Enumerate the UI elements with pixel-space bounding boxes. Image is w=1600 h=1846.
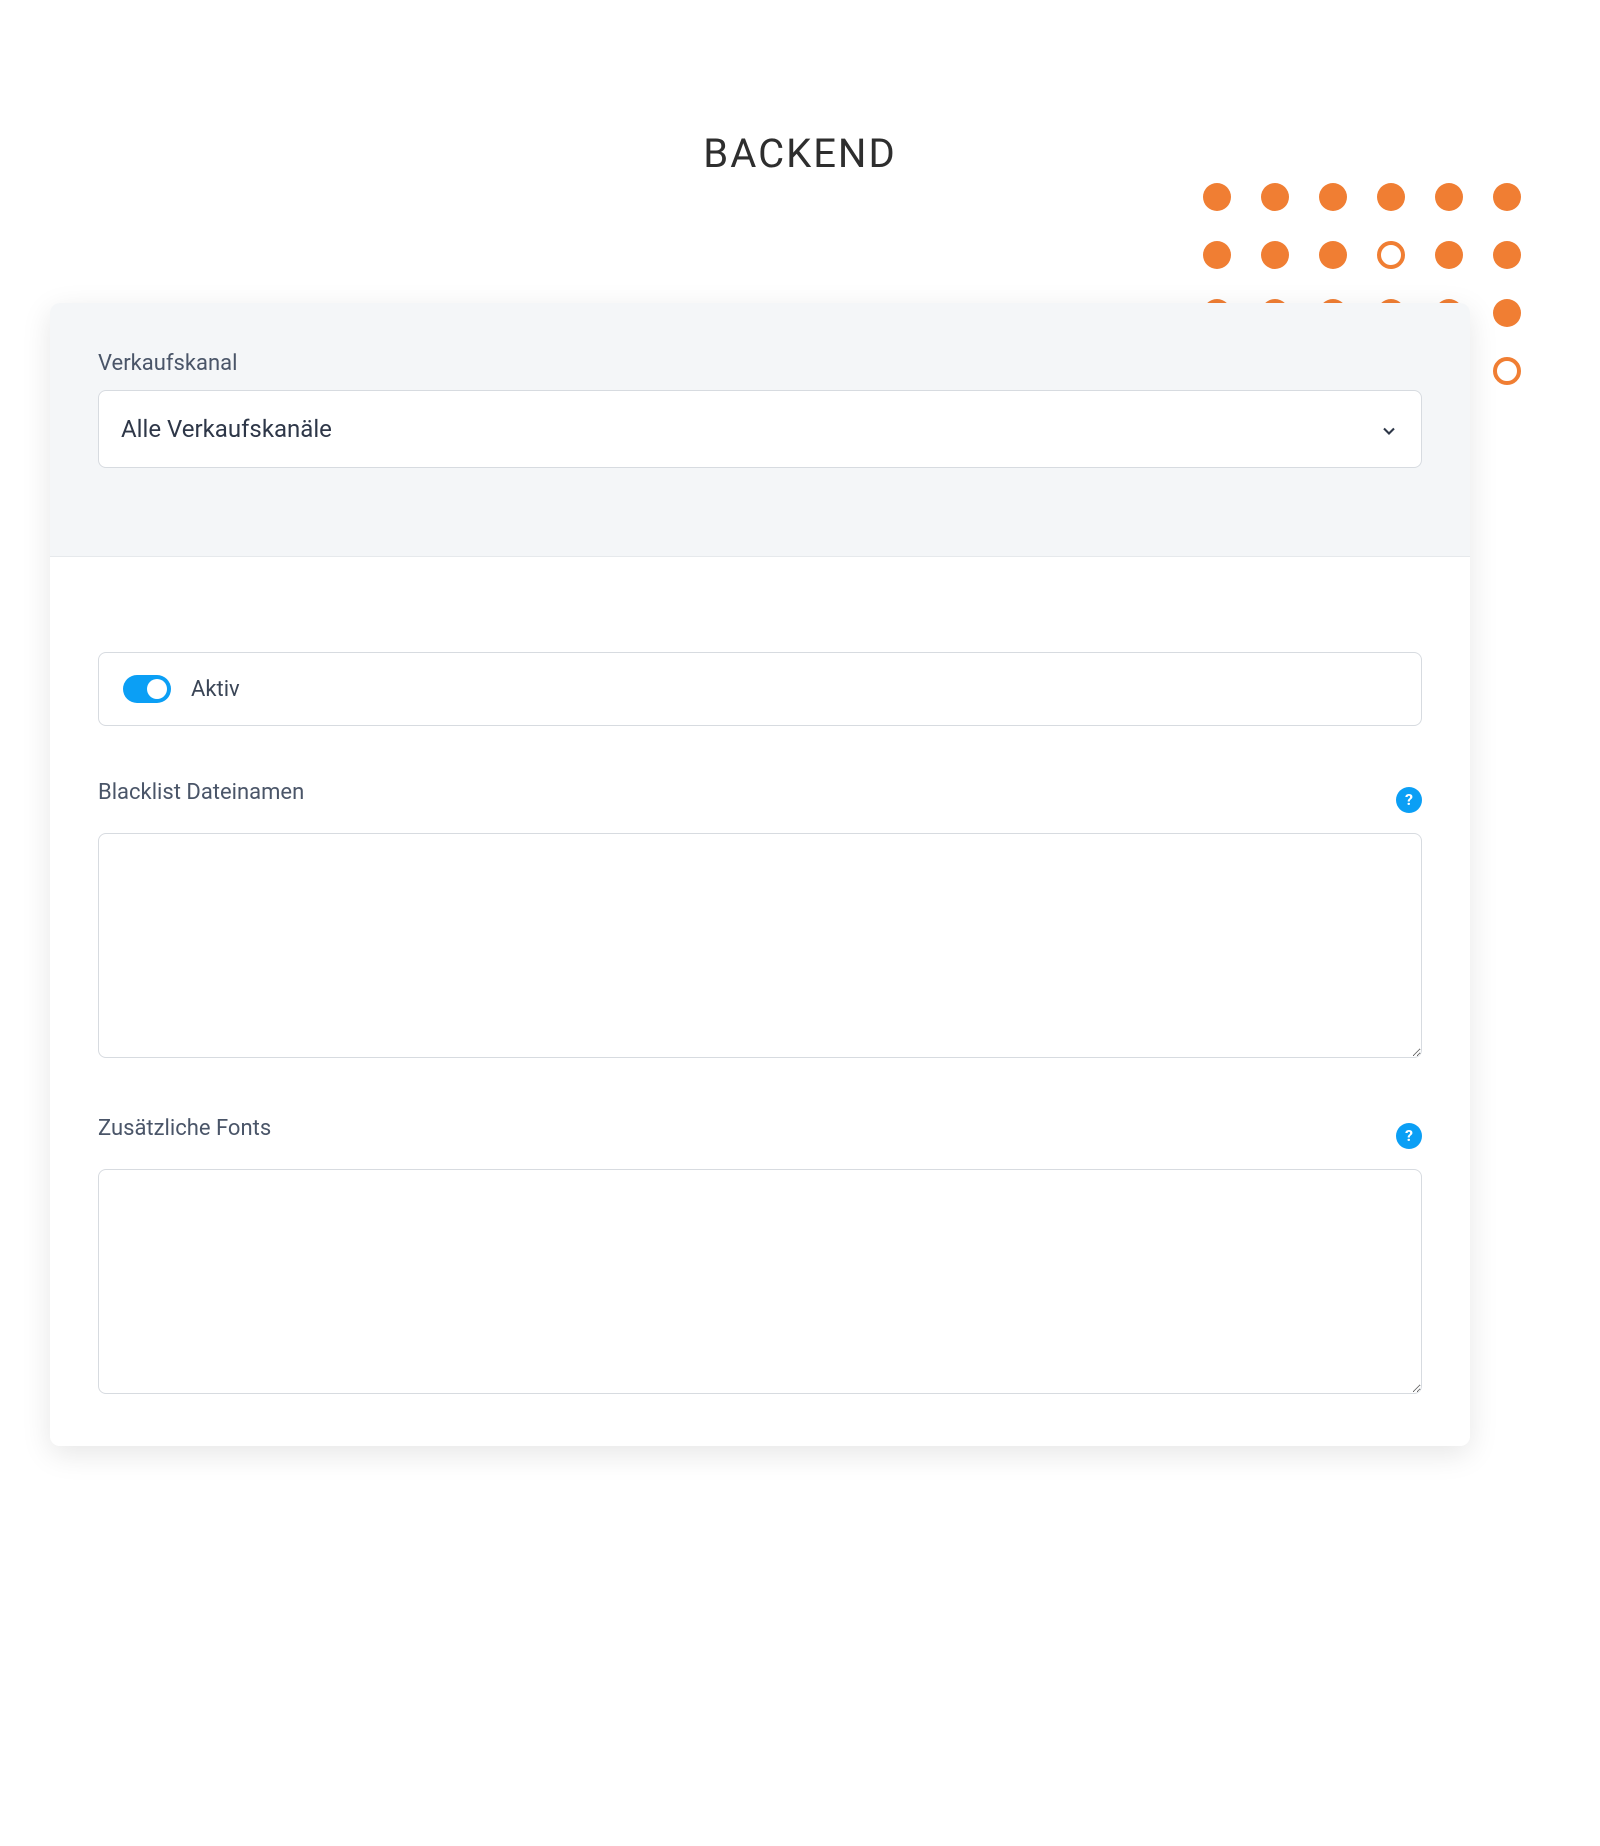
active-toggle-row: Aktiv [98,652,1422,726]
sales-channel-select[interactable]: Alle Verkaufskanäle [98,390,1422,468]
sales-channel-selected-value: Alle Verkaufskanäle [121,415,332,443]
settings-card: Verkaufskanal Alle Verkaufskanäle Aktiv … [50,303,1470,1446]
help-icon[interactable]: ? [1396,1123,1422,1149]
decorative-dot [1435,183,1463,211]
card-header: Verkaufskanal Alle Verkaufskanäle [50,303,1470,557]
decorative-dot [1319,183,1347,211]
blacklist-field-group: Blacklist Dateinamen ? [98,780,1422,1062]
decorative-dot [1435,241,1463,269]
decorative-dot [1493,241,1521,269]
decorative-dot [1261,241,1289,269]
sales-channel-label: Verkaufskanal [98,351,1422,376]
decorative-dot [1203,183,1231,211]
blacklist-textarea[interactable] [98,833,1422,1058]
fonts-field-group: Zusätzliche Fonts ? [98,1116,1422,1398]
decorative-dot [1377,183,1405,211]
chevron-down-icon [1379,419,1399,439]
fonts-textarea[interactable] [98,1169,1422,1394]
card-body: Aktiv Blacklist Dateinamen ? Zusätzliche… [50,557,1470,1446]
blacklist-label: Blacklist Dateinamen [98,780,304,805]
decorative-dot [1203,241,1231,269]
page-title: BACKEND [0,0,1600,177]
active-toggle[interactable] [123,675,171,703]
decorative-dot [1377,241,1405,269]
decorative-dot [1319,241,1347,269]
fonts-label: Zusätzliche Fonts [98,1116,271,1141]
active-toggle-label: Aktiv [191,677,240,702]
toggle-knob [147,679,167,699]
decorative-dot [1493,299,1521,327]
decorative-dot [1493,183,1521,211]
help-icon[interactable]: ? [1396,787,1422,813]
decorative-dot [1261,183,1289,211]
decorative-dot [1493,357,1521,385]
